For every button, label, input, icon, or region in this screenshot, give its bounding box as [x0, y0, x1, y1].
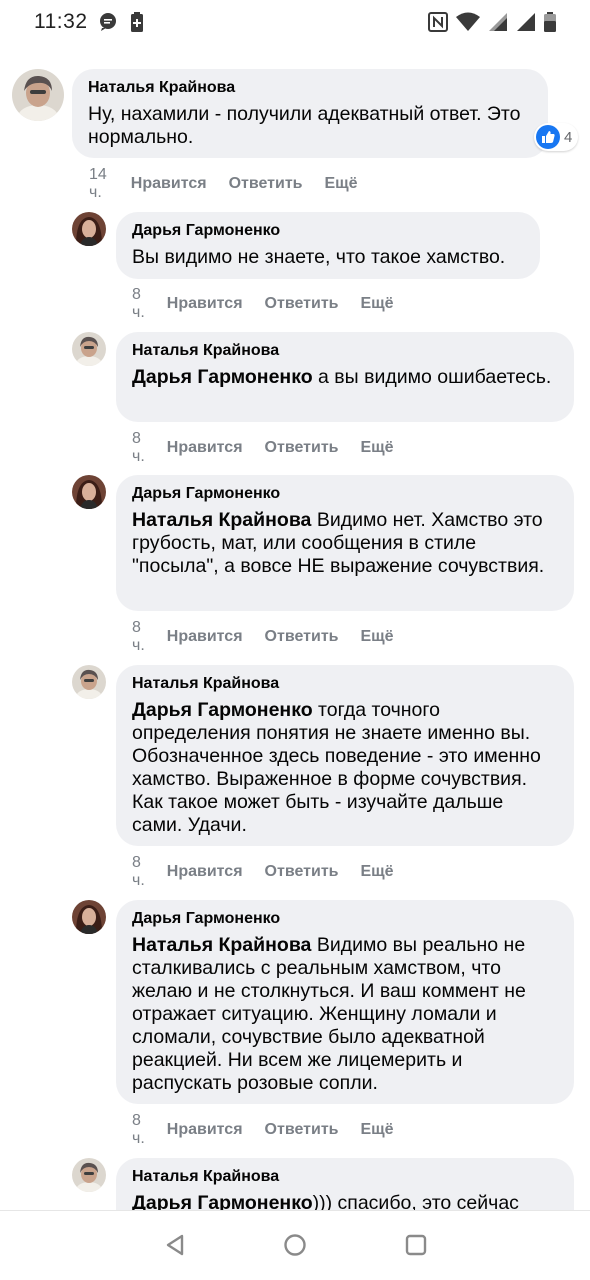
avatar[interactable]	[72, 1158, 106, 1192]
comment-author[interactable]: Дарья Гармоненко	[132, 222, 524, 240]
comment-bubble[interactable]: Наталья Крайнова Дарья Гармоненко тогда …	[116, 665, 574, 846]
status-bar: 11:32	[0, 0, 590, 44]
comment-text: Ну, нахамили - получили адекватный ответ…	[88, 103, 532, 149]
comment-text: Наталья Крайнова Видимо вы реально не ст…	[132, 934, 558, 1095]
chat-bubble-icon	[100, 13, 116, 31]
more-button[interactable]: Ещё	[360, 1121, 393, 1139]
comment-author[interactable]: Наталья Крайнова	[132, 342, 558, 360]
reaction-badge[interactable]: 4	[534, 123, 579, 151]
reply-button[interactable]: Ответить	[265, 628, 339, 646]
comment-actions: 8 ч. Нравится Ответить Ещё	[132, 430, 416, 466]
natalya-avatar-icon	[72, 665, 106, 699]
avatar[interactable]	[72, 900, 106, 934]
comment-time[interactable]: 8 ч.	[132, 430, 145, 466]
comment-time[interactable]: 8 ч.	[132, 286, 145, 322]
avatar[interactable]	[72, 212, 106, 246]
comment-actions: 8 ч. Нравится Ответить Ещё	[132, 286, 416, 322]
mention-link[interactable]: Дарья Гармоненко	[132, 699, 313, 721]
comment-author[interactable]: Наталья Крайнова	[132, 1168, 558, 1186]
reply-button[interactable]: Ответить	[265, 863, 339, 881]
comment-bubble[interactable]: Дарья Гармоненко Вы видимо не знаете, чт…	[116, 212, 540, 279]
comment-text: Наталья Крайнова Видимо нет. Хамство это…	[132, 509, 558, 578]
avatar[interactable]	[72, 332, 106, 366]
signal-icon	[489, 13, 507, 31]
reply-button[interactable]: Ответить	[265, 1121, 339, 1139]
like-reaction-icon	[536, 125, 560, 149]
comment-time[interactable]: 8 ч.	[132, 1112, 145, 1148]
more-button[interactable]: Ещё	[360, 863, 393, 881]
comment-bubble[interactable]: Наталья Крайнова Ну, нахамили - получили…	[72, 69, 548, 158]
comment-actions: 8 ч. Нравится Ответить Ещё	[132, 619, 416, 655]
comment-actions: 8 ч. Нравится Ответить Ещё	[132, 854, 416, 890]
reply-button[interactable]: Ответить	[265, 295, 339, 313]
mention-link[interactable]: Наталья Крайнова	[132, 509, 311, 531]
natalya-avatar-icon	[72, 332, 106, 366]
more-button[interactable]: Ещё	[360, 295, 393, 313]
back-icon[interactable]	[163, 1233, 187, 1257]
nfc-icon	[428, 12, 448, 32]
comment-body: Вы видимо не знаете, что такое хамство.	[132, 246, 506, 268]
comment-body: а вы видимо ошибаетесь.	[312, 366, 552, 388]
comment-body: Ну, нахамили - получили адекватный ответ…	[88, 103, 521, 148]
comment-bubble[interactable]: Наталья Крайнова Дарья Гармоненко а вы в…	[116, 332, 574, 422]
battery-saver-icon	[131, 12, 143, 32]
avatar[interactable]	[72, 475, 106, 509]
like-button[interactable]: Нравится	[167, 628, 243, 646]
home-icon[interactable]	[283, 1233, 307, 1257]
more-button[interactable]: Ещё	[360, 439, 393, 457]
comment-author[interactable]: Наталья Крайнова	[132, 675, 558, 693]
avatar[interactable]	[72, 665, 106, 699]
system-nav-bar	[0, 1210, 590, 1280]
comment-time[interactable]: 8 ч.	[132, 619, 145, 655]
darya-avatar-icon	[72, 900, 106, 934]
mention-link[interactable]: Дарья Гармоненко	[132, 366, 313, 388]
comment-text: Вы видимо не знаете, что такое хамство.	[132, 246, 524, 269]
comment-time[interactable]: 8 ч.	[132, 854, 145, 890]
more-button[interactable]: Ещё	[360, 628, 393, 646]
like-button[interactable]: Нравится	[131, 175, 207, 193]
signal-icon	[517, 13, 535, 31]
like-button[interactable]: Нравится	[167, 295, 243, 313]
darya-avatar-icon	[72, 212, 106, 246]
status-icons	[428, 10, 556, 34]
comment-author[interactable]: Дарья Гармоненко	[132, 485, 558, 503]
recents-icon[interactable]	[404, 1233, 428, 1257]
comment-actions: 8 ч. Нравится Ответить Ещё	[132, 1112, 416, 1148]
comment-time[interactable]: 14 ч.	[89, 166, 107, 202]
comment-author[interactable]: Дарья Гармоненко	[132, 910, 558, 928]
reply-button[interactable]: Ответить	[265, 439, 339, 457]
reaction-count: 4	[564, 128, 573, 146]
natalya-avatar-icon	[12, 69, 64, 121]
comment-bubble[interactable]: Дарья Гармоненко Наталья Крайнова Видимо…	[116, 475, 574, 611]
comment-text: Дарья Гармоненко а вы видимо ошибаетесь.	[132, 366, 558, 389]
comment-actions: 14 ч. Нравится Ответить Ещё	[89, 166, 380, 202]
comment-bubble[interactable]: Дарья Гармоненко Наталья Крайнова Видимо…	[116, 900, 574, 1104]
battery-icon	[544, 12, 556, 32]
comment-author[interactable]: Наталья Крайнова	[88, 79, 532, 97]
mention-link[interactable]: Наталья Крайнова	[132, 934, 311, 956]
status-time: 11:32	[34, 10, 88, 33]
like-button[interactable]: Нравится	[167, 863, 243, 881]
like-button[interactable]: Нравится	[167, 439, 243, 457]
comment-body: Видимо вы реально не сталкивались с реал…	[132, 934, 526, 1094]
darya-avatar-icon	[72, 475, 106, 509]
avatar[interactable]	[12, 69, 64, 121]
natalya-avatar-icon	[72, 1158, 106, 1192]
wifi-icon	[456, 12, 480, 31]
reply-button[interactable]: Ответить	[229, 175, 303, 193]
more-button[interactable]: Ещё	[325, 175, 358, 193]
like-button[interactable]: Нравится	[167, 1121, 243, 1139]
comment-text: Дарья Гармоненко тогда точного определен…	[132, 699, 558, 837]
